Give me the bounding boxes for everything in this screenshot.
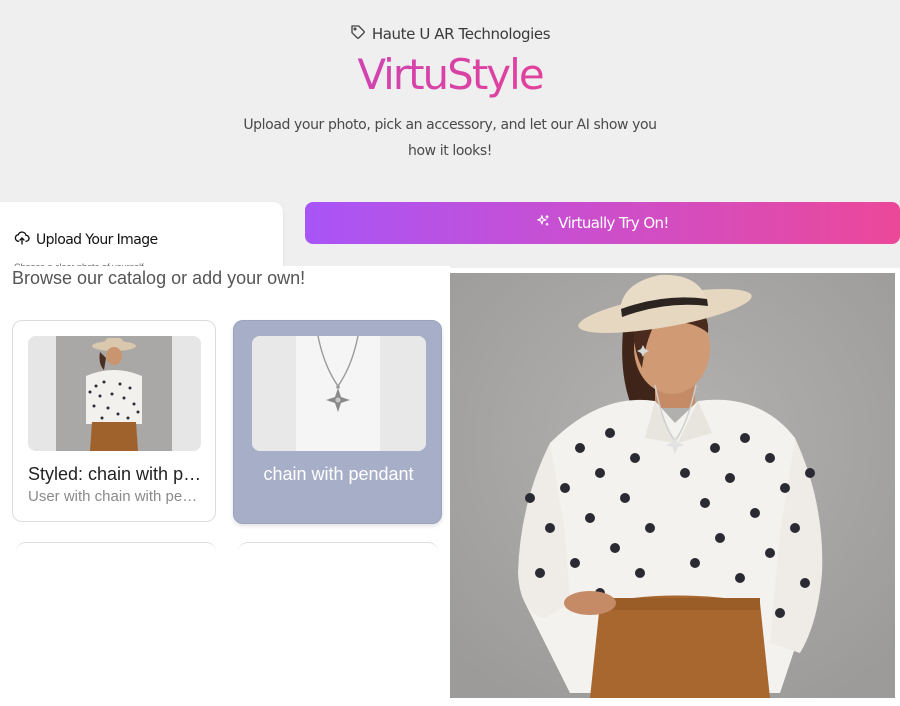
- styled-thumbnail: [28, 336, 201, 451]
- catalog-item-next[interactable]: [238, 542, 438, 562]
- catalog-heading: Browse our catalog or add your own!: [12, 268, 306, 288]
- cloud-upload-icon: [14, 230, 30, 250]
- app-title: VirtuStyle: [0, 50, 900, 99]
- brand-line: Haute U AR Technologies: [0, 24, 900, 44]
- tag-icon: [350, 24, 366, 44]
- brand-name: Haute U AR Technologies: [371, 25, 551, 43]
- app-subtitle: Upload your photo, pick an accessory, an…: [243, 117, 657, 159]
- catalog-item-next[interactable]: [16, 542, 216, 562]
- pendant-thumbnail: [252, 336, 426, 451]
- try-on-button[interactable]: Virtually Try On!: [305, 202, 900, 244]
- catalog-item-title: Styled: chain with pendant: [28, 464, 208, 484]
- catalog-panel: Browse our catalog or add your own! Styl…: [0, 266, 450, 706]
- catalog-item-chain-pendant[interactable]: chain with pendant: [233, 320, 442, 524]
- catalog-item-subtitle: User with chain with pendant: [28, 488, 203, 505]
- catalog-item-styled[interactable]: Styled: chain with pendant User with cha…: [12, 320, 216, 522]
- sparkles-icon: [536, 214, 550, 232]
- result-image: [450, 273, 895, 698]
- upload-heading: Upload Your Image: [14, 230, 158, 250]
- catalog-item-title: chain with pendant: [263, 464, 414, 484]
- try-on-label: Virtually Try On!: [558, 214, 669, 232]
- upload-title: Upload Your Image: [36, 232, 158, 248]
